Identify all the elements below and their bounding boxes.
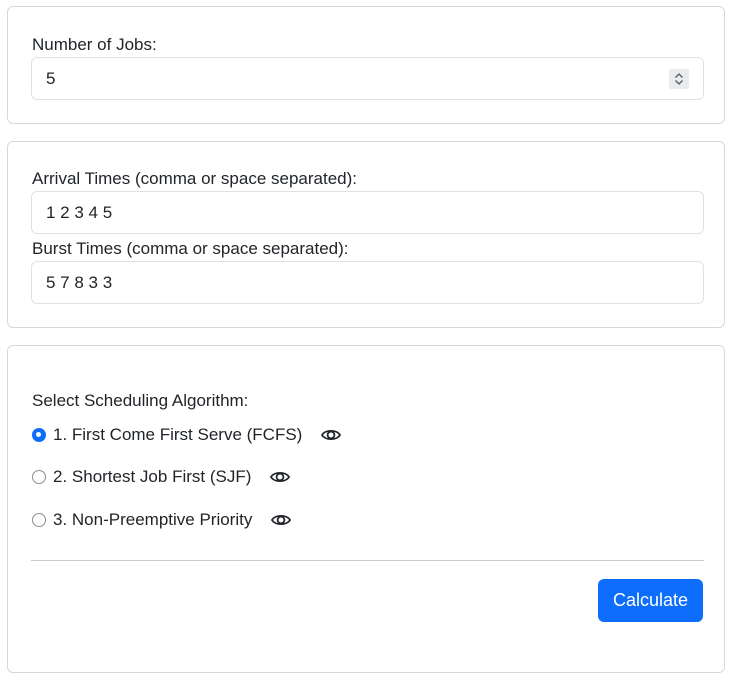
jobs-card: Number of Jobs: 5 <box>7 6 725 124</box>
burst-times-value: 5 7 8 3 3 <box>46 273 113 292</box>
arrival-times-value: 1 2 3 4 5 <box>46 203 113 222</box>
algorithm-option-sjf[interactable]: 2. Shortest Job First (SJF) <box>32 465 291 489</box>
algorithm-option-label[interactable]: 2. Shortest Job First (SJF) <box>53 467 251 487</box>
calculate-button[interactable]: Calculate <box>598 579 703 622</box>
algorithm-label: Select Scheduling Algorithm: <box>32 391 249 410</box>
algorithm-option-label[interactable]: 1. First Come First Serve (FCFS) <box>53 425 302 445</box>
number-spinner-icon[interactable] <box>669 69 689 89</box>
divider <box>31 560 704 561</box>
times-card: Arrival Times (comma or space separated)… <box>7 141 725 328</box>
arrival-times-input[interactable]: 1 2 3 4 5 <box>31 191 704 234</box>
radio-priority[interactable] <box>32 513 46 527</box>
eye-icon[interactable] <box>269 466 291 488</box>
jobs-value: 5 <box>46 69 56 88</box>
algorithm-card: Select Scheduling Algorithm: 1. First Co… <box>7 345 725 673</box>
burst-times-input[interactable]: 5 7 8 3 3 <box>31 261 704 304</box>
jobs-label: Number of Jobs: <box>32 35 157 54</box>
algorithm-option-priority[interactable]: 3. Non-Preemptive Priority <box>32 508 292 532</box>
algorithm-option-fcfs[interactable]: 1. First Come First Serve (FCFS) <box>32 423 342 447</box>
burst-times-label: Burst Times (comma or space separated): <box>32 239 349 258</box>
eye-icon[interactable] <box>270 509 292 531</box>
radio-sjf[interactable] <box>32 470 46 484</box>
eye-icon[interactable] <box>320 424 342 446</box>
arrival-times-label: Arrival Times (comma or space separated)… <box>32 169 357 188</box>
radio-fcfs[interactable] <box>32 428 46 442</box>
algorithm-option-label[interactable]: 3. Non-Preemptive Priority <box>53 510 252 530</box>
jobs-number-input[interactable]: 5 <box>31 57 704 100</box>
